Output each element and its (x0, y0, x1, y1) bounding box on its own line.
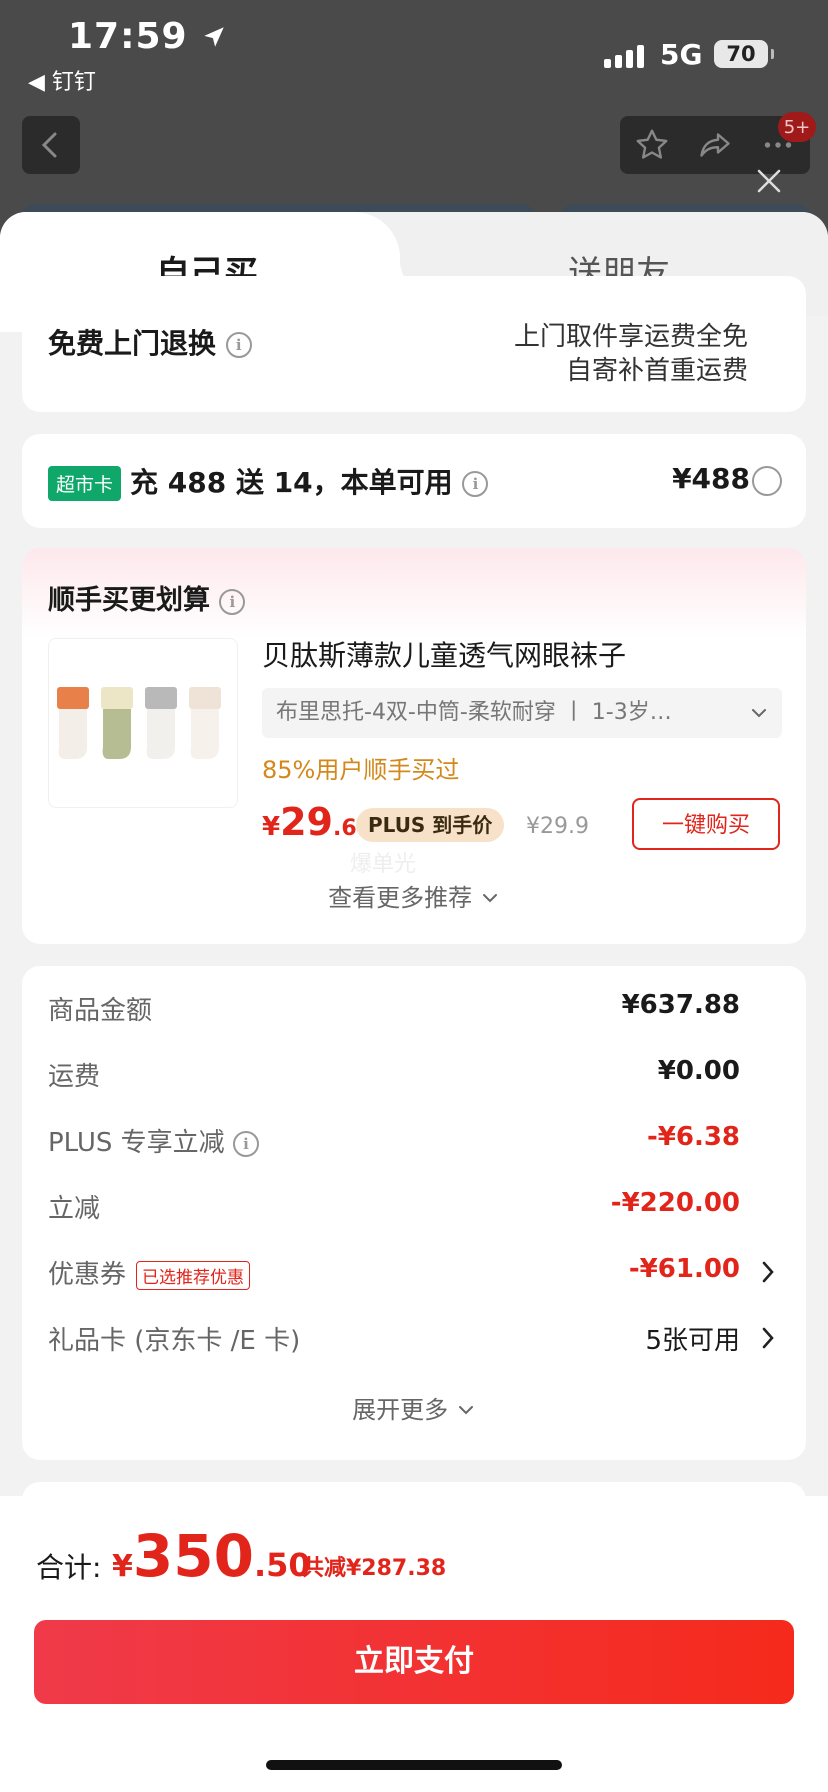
info-icon[interactable]: i (462, 471, 489, 497)
close-icon[interactable] (752, 164, 786, 198)
bottom-pay-bar: 合计: ¥350.50 共减¥287.38 立即支付 (0, 1496, 828, 1792)
total-price: ¥350.50 (112, 1522, 311, 1590)
product-price: ¥29.6 (262, 800, 357, 844)
return-title: 免费上门退换 i (48, 322, 252, 362)
socks-image (57, 687, 221, 759)
signal-icon (604, 44, 644, 68)
battery-icon: 70 (714, 40, 774, 68)
more-recommend-label: 查看更多推荐 (328, 884, 473, 912)
supermarket-radio[interactable] (752, 466, 782, 496)
product-name[interactable]: 贝肽斯薄款儿童透气网眼袜子 (262, 634, 626, 674)
location-arrow-icon (204, 27, 224, 47)
status-time: 17:59 (68, 16, 227, 57)
supermarket-offer: 充 488 送 14，本单可用 i (130, 461, 489, 501)
info-icon[interactable]: i (225, 332, 252, 358)
more-recommend-link[interactable]: 查看更多推荐 (22, 878, 806, 913)
row-gift-card[interactable]: 礼品卡 (京东卡 /E 卡) 5张可用 (48, 1320, 780, 1360)
pay-now-button[interactable]: 立即支付 (34, 1620, 794, 1704)
coupon-recommended-tag: 已选推荐优惠 (136, 1261, 251, 1290)
price-summary-card: 商品金额 ¥637.88 运费 ¥0.00 PLUS 专享立减 i -¥6.38… (22, 966, 806, 1460)
status-bar: 17:59 ◀ 钉钉 5G 70 (0, 0, 828, 100)
expand-more-label: 展开更多 (352, 1396, 449, 1424)
one-click-buy-button[interactable]: 一键购买 (632, 798, 780, 850)
recommend-card: 顺手买更划算 i 贝肽斯薄款儿童透气网眼袜子 布里思托-4双-中筒-柔软耐穿 丨… (22, 548, 806, 944)
share-icon[interactable] (697, 127, 733, 163)
star-icon[interactable] (634, 127, 670, 163)
recommend-title: 顺手买更划算 i (48, 578, 246, 617)
plus-price-tag: PLUS 到手价 (356, 808, 505, 842)
row-instant-discount: 立减 -¥220.00 (48, 1188, 740, 1224)
return-card: 免费上门退换 i 上门取件享运费全免 自寄补首重运费 (22, 276, 806, 412)
product-spec-selector[interactable]: 布里思托-4双-中筒-柔软耐穿 丨 1-3岁… (262, 688, 782, 738)
return-line-1: 上门取件享运费全免 (513, 322, 748, 352)
row-goods-amount: 商品金额 ¥637.88 (48, 990, 740, 1026)
back-app-label: 钉钉 (51, 70, 96, 95)
total-savings: 共减¥287.38 (302, 1556, 447, 1581)
info-icon[interactable]: i (219, 588, 246, 615)
chevron-right-icon (762, 1261, 774, 1283)
network-type: 5G (660, 38, 703, 71)
supermarket-tag: 超市卡 (48, 466, 122, 501)
nav-back-button[interactable] (22, 116, 80, 174)
return-line-2: 自寄补首重运费 (565, 356, 748, 386)
info-icon[interactable]: i (232, 1130, 259, 1157)
chevron-down-icon (752, 709, 766, 718)
supermarket-card[interactable]: 超市卡 充 488 送 14，本单可用 i ¥488 (22, 434, 806, 528)
buy-rate-text: 85%用户顺手买过 (262, 756, 460, 784)
row-shipping: 运费 ¥0.00 (48, 1056, 740, 1092)
row-coupon[interactable]: 优惠券 已选推荐优惠 -¥61.00 (48, 1254, 780, 1294)
expand-more-link[interactable]: 展开更多 (22, 1390, 806, 1425)
back-triangle-icon: ◀ (28, 70, 45, 95)
chevron-right-icon (762, 1327, 774, 1349)
chevron-down-icon (482, 894, 497, 903)
supermarket-price: ¥488 (672, 462, 750, 495)
watermark-text: 爆单光 (350, 852, 417, 877)
product-spec-text: 布里思托-4双-中筒-柔软耐穿 丨 1-3岁… (276, 700, 672, 725)
row-plus-discount: PLUS 专享立减 i -¥6.38 (48, 1122, 740, 1158)
back-to-app-link[interactable]: ◀ 钉钉 (28, 64, 96, 96)
chevron-down-icon (458, 1406, 473, 1415)
total-label: 合计: (36, 1551, 102, 1584)
chevron-left-icon (41, 132, 57, 158)
original-price: ¥29.9 (526, 814, 589, 839)
notification-badge: 5+ (778, 112, 816, 142)
product-image[interactable] (48, 638, 238, 808)
home-indicator (266, 1760, 562, 1770)
